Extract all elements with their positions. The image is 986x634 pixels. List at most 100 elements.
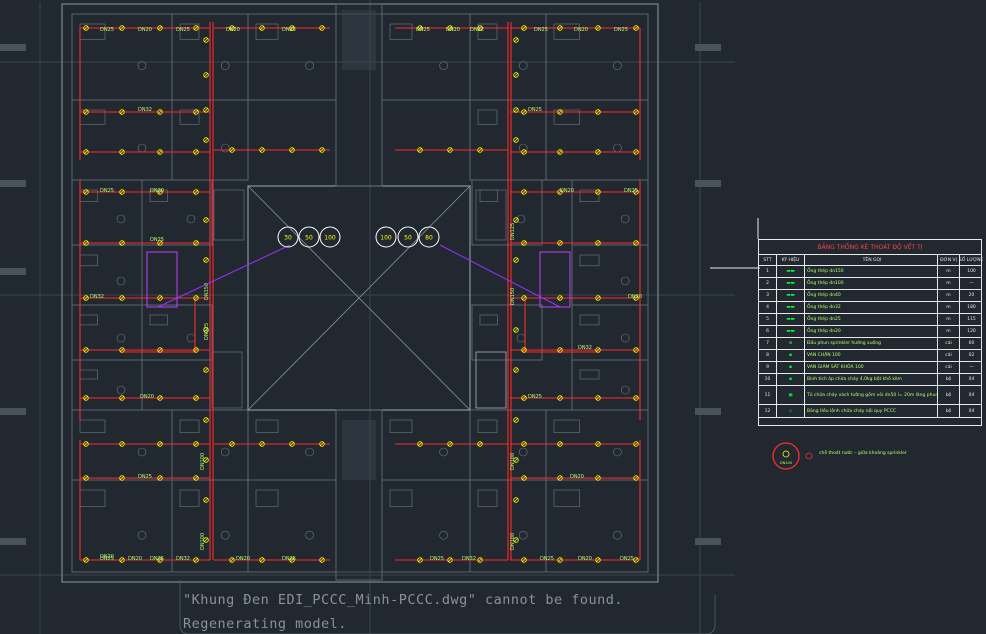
room-fixture — [579, 254, 600, 267]
pipe-size-tag: DN20 — [128, 556, 142, 562]
legend-cell-unit: cái — [938, 362, 960, 373]
legend-cell-stt: 4 — [759, 302, 777, 313]
legend-cell-desc: Ống thép dn40 — [805, 290, 938, 301]
room-fixture — [305, 61, 314, 70]
room-fixture — [477, 109, 498, 125]
room-fixture — [516, 333, 526, 343]
pipe-size-tag: DN25 — [100, 27, 114, 33]
room-fixture — [220, 447, 230, 457]
room-fixture — [620, 276, 630, 286]
pipe-size-tag: DN20 — [560, 188, 574, 194]
pipe-size-tag: DN25 — [624, 188, 638, 194]
room-outline — [71, 359, 143, 411]
legend-cell-stt: 2 — [759, 278, 777, 289]
room-fixture — [186, 333, 196, 343]
legend-cell-unit: m — [938, 290, 960, 301]
legend-col-unit: ĐƠN VỊ — [938, 255, 960, 265]
pipe-size-tag: DN32 — [470, 27, 484, 33]
legend-header-row: STT KÝ HIỆU TÊN GỌI ĐƠN VỊ SỐ LƯỢNG — [759, 255, 983, 266]
pipe-size-tag: DN20 — [138, 27, 152, 33]
legend-cell-stt: 6 — [759, 326, 777, 337]
legend-row: 11 ▣ Tủ chữa cháy vách tường gồm vòi dn50 … — [759, 386, 981, 405]
note-symbol-label: DN100 — [780, 461, 792, 465]
room-fixture — [116, 276, 126, 286]
room-fixture — [553, 489, 580, 507]
legend-cell-stt: 11 — [759, 386, 777, 404]
room-fixture — [620, 385, 630, 395]
riser-bubble-label: 50 — [305, 235, 313, 242]
room-fixture — [305, 530, 314, 540]
pipe-size-tag: DN32 — [462, 556, 476, 562]
legend-cell-desc: Ống thép dn100 — [805, 278, 938, 289]
room-fixture — [137, 447, 147, 457]
legend-cell-unit: m — [938, 278, 960, 289]
legend-col-stt: STT — [759, 255, 777, 265]
legend-col-desc: TÊN GỌI — [805, 255, 938, 265]
pipe-size-tag: DN100 — [510, 453, 516, 470]
legend-row: 10 ▪ Bình tích áp chữa cháy 4,0kg bột khô … — [759, 374, 981, 386]
legend-cell-qty: 100 — [967, 269, 976, 274]
legend-cell-qty: 20 — [968, 293, 975, 298]
room-fixture — [305, 447, 314, 457]
pipe-size-tag: DN20 — [236, 556, 250, 562]
legend-cell-symbol: ▬▬ — [777, 314, 805, 325]
legend-cell-unit: m — [938, 266, 960, 277]
room-fixture — [79, 314, 98, 326]
room-fixture — [579, 314, 600, 326]
pipe-size-tag: DN150 — [510, 288, 516, 305]
legend-cell-qty: 60 — [968, 341, 975, 346]
legend-cell-symbol: ▬▬ — [777, 302, 805, 313]
legend-cell-stt: 5 — [759, 314, 777, 325]
pipe-size-tag: DN32 — [176, 556, 190, 562]
legend-cell-stt: 9 — [759, 362, 777, 373]
room-outline — [571, 359, 649, 411]
legend-cell-symbol: ▬▬ — [777, 266, 805, 277]
room-fixture — [179, 489, 200, 507]
pipe-size-tag: DN25 — [138, 474, 152, 480]
pipe-size-tag: DN25 — [620, 556, 634, 562]
pipe-size-tag: DN32 — [138, 107, 152, 113]
legend-cell-qty: — — [969, 281, 974, 286]
legend-cell-desc: Đầu phun sprinkler hướng xuống — [805, 338, 938, 349]
legend-cell-symbol: ▬▬ — [777, 290, 805, 301]
legend-table: BẢNG THỐNG KÊ THOÁT ĐỘ VẾT TỊ STT KÝ HIỆ… — [758, 239, 983, 426]
pipe-size-tag: DN25 — [100, 188, 114, 194]
pipe-size-tag: DN20 — [446, 27, 460, 33]
legend-cell-symbol: ▪ — [777, 362, 805, 373]
legend-cell-symbol: ▣ — [777, 386, 805, 404]
legend-cell-qty: 04 — [968, 377, 975, 382]
room-fixture — [79, 369, 98, 380]
room-fixture — [553, 419, 580, 433]
pipe-size-tag: DN25 — [176, 27, 190, 33]
legend-cell-desc: VAN GIÁM SÁT KHÓA 100 — [805, 362, 938, 373]
room-outline — [71, 409, 173, 481]
room-fixture — [137, 530, 147, 540]
legend-cell-stt: 3 — [759, 290, 777, 301]
legend-cell-symbol: ▬▬ — [777, 278, 805, 289]
apartment-units — [71, 13, 649, 573]
room-fixture — [79, 419, 106, 433]
room-fixture — [477, 419, 498, 433]
pipe-size-tag: DN25 — [614, 27, 628, 33]
status-message-missing-xref: "Khung Đen EDI_PCCC_Minh-PCCC.dwg" canno… — [183, 592, 624, 608]
legend-row: 3 ▬▬ Ống thép dn40 m 20 — [759, 290, 981, 302]
legend-cell-unit: bộ — [938, 405, 960, 417]
room-fixture — [116, 214, 126, 224]
room-fixture — [116, 333, 126, 343]
room-outline — [381, 409, 471, 481]
riser-bubble-label: 100 — [324, 235, 336, 242]
room-fixture — [518, 530, 528, 540]
legend-col-qty: SỐ LƯỢNG — [960, 257, 983, 263]
room-fixture — [439, 530, 448, 540]
legend-cell-stt: 8 — [759, 350, 777, 361]
legend-col-sym: KÝ HIỆU — [777, 255, 805, 265]
pipe-size-tag: DN100 — [200, 533, 206, 550]
legend-cell-symbol: ◇ — [777, 405, 805, 417]
room-fixture — [220, 530, 230, 540]
legend-row: 4 ▬▬ Ống thép dn32 m 180 — [759, 302, 981, 314]
pipe-size-tag: DN25 — [150, 556, 164, 562]
pipe-size-tag: DN25 — [430, 556, 444, 562]
room-fixture — [479, 189, 498, 202]
pipe-size-tag: DN20 — [570, 474, 584, 480]
legend-cell-qty: 120 — [967, 329, 976, 334]
